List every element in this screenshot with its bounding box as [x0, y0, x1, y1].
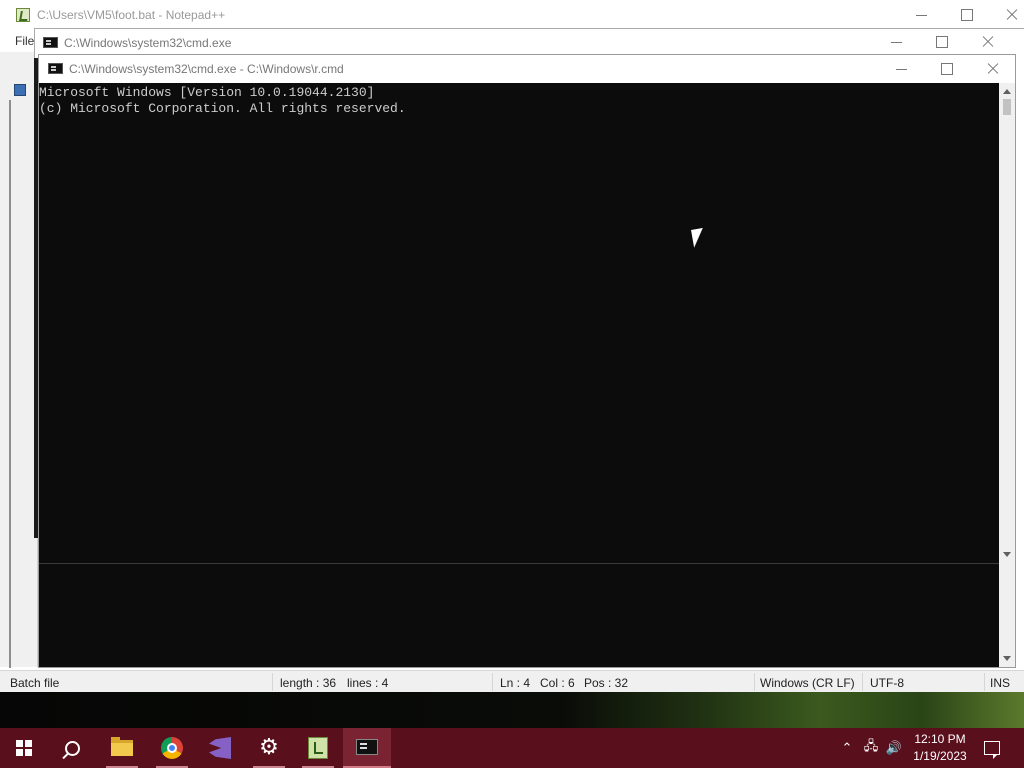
close-icon[interactable]: [985, 61, 1001, 77]
notification-center-button[interactable]: [982, 728, 1002, 768]
minimize-icon[interactable]: [889, 34, 905, 50]
notepadpp-taskbar-button[interactable]: [294, 728, 342, 768]
maximize-icon[interactable]: [939, 61, 955, 77]
search-icon: [64, 740, 80, 756]
status-ln: Ln : 4: [500, 676, 531, 690]
notepadpp-icon: [308, 737, 328, 759]
status-pos: Pos : 32: [584, 676, 629, 690]
status-mode: INS: [990, 676, 1011, 690]
minimize-icon[interactable]: [894, 61, 910, 77]
scroll-thumb[interactable]: [1003, 99, 1011, 115]
cmd-icon: [43, 37, 58, 48]
cmd-back-title: C:\Windows\system32\cmd.exe: [64, 36, 232, 50]
clock-time: 12:10 PM: [914, 732, 966, 746]
system-clock[interactable]: 12:10 PM 1/19/2023: [904, 731, 976, 765]
file-explorer-button[interactable]: [98, 728, 146, 768]
cmd-taskbar-button[interactable]: [343, 728, 391, 768]
clock-date: 1/19/2023: [913, 749, 967, 763]
status-separator: [272, 673, 273, 691]
scroll-down-icon[interactable]: [1003, 552, 1011, 557]
start-button[interactable]: [0, 728, 48, 768]
vertical-scrollbar[interactable]: [999, 83, 1015, 667]
maximize-icon[interactable]: [934, 34, 950, 50]
maximize-icon[interactable]: [959, 7, 975, 23]
status-encoding: UTF-8: [870, 676, 904, 690]
minimize-icon[interactable]: [914, 7, 930, 23]
volume-icon[interactable]: 🔊: [884, 728, 904, 768]
status-filetype: Batch file: [10, 676, 60, 690]
save-icon[interactable]: [14, 84, 26, 96]
cmd-icon: [356, 739, 378, 755]
visual-studio-button[interactable]: [196, 728, 244, 768]
notepadpp-title: C:\Users\VM5\foot.bat - Notepad++: [37, 8, 226, 22]
desktop-wallpaper: [0, 690, 1024, 730]
windows-logo-icon: [16, 740, 32, 756]
status-separator: [984, 673, 985, 691]
close-icon[interactable]: [980, 34, 996, 50]
scroll-up-icon[interactable]: [1003, 89, 1011, 94]
cmd-window-front-titlebar[interactable]: C:\Windows\system32\cmd.exe - C:\Windows…: [39, 55, 1015, 83]
status-eol: Windows (CR LF): [760, 676, 855, 690]
notepadpp-icon: [16, 8, 30, 22]
console-divider: [39, 563, 999, 564]
status-length: length : 36: [280, 676, 337, 690]
close-icon[interactable]: [1004, 7, 1020, 23]
network-icon[interactable]: 🖧: [860, 728, 882, 768]
menu-file[interactable]: File: [15, 34, 34, 48]
status-separator: [862, 673, 863, 691]
visual-studio-icon: [209, 737, 231, 759]
taskbar: ⚙ ⌃ 🖧 🔊 12:10 PM 1/19/2023: [0, 728, 1024, 768]
chrome-button[interactable]: [148, 728, 196, 768]
chrome-icon: [161, 737, 183, 759]
status-separator: [492, 673, 493, 691]
console-line: (c) Microsoft Corporation. All rights re…: [39, 101, 406, 116]
folder-icon: [111, 737, 133, 756]
notepadpp-toolbar-strip: [0, 52, 38, 667]
show-hidden-icons-chevron-icon[interactable]: ⌃: [838, 728, 856, 768]
status-col: Col : 6: [540, 676, 575, 690]
search-button[interactable]: [48, 728, 96, 768]
console-line: Microsoft Windows [Version 10.0.19044.21…: [39, 85, 375, 100]
status-lines: lines : 4: [347, 676, 389, 690]
notepadpp-titlebar[interactable]: C:\Users\VM5\foot.bat - Notepad++: [0, 0, 1024, 30]
notification-icon: [984, 741, 1000, 759]
cmd-window-front: C:\Windows\system32\cmd.exe - C:\Windows…: [38, 54, 1016, 668]
notepadpp-statusbar: Batch file length : 36 lines : 4 Ln : 4 …: [0, 670, 1024, 692]
cmd-front-title: C:\Windows\system32\cmd.exe - C:\Windows…: [69, 62, 344, 76]
scroll-down-icon[interactable]: [1003, 656, 1011, 661]
cmd-icon: [48, 63, 63, 74]
editor-edge: [9, 100, 11, 668]
status-separator: [754, 673, 755, 691]
gear-icon: ⚙: [259, 735, 279, 760]
settings-button[interactable]: ⚙: [245, 728, 293, 768]
console-output[interactable]: Microsoft Windows [Version 10.0.19044.21…: [39, 83, 999, 667]
